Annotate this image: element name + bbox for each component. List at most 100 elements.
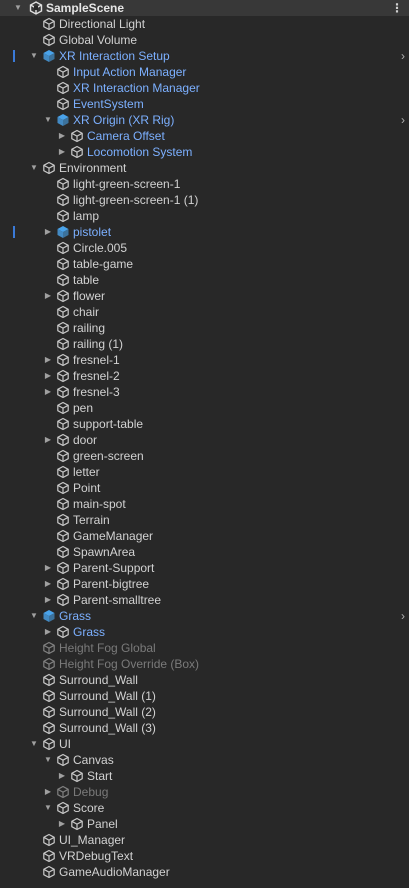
- hierarchy-item-pen[interactable]: pen: [0, 400, 409, 416]
- hierarchy-item-height-fog-global[interactable]: Height Fog Global: [0, 640, 409, 656]
- hierarchy-item-label: Environment: [59, 161, 127, 175]
- open-prefab-chevron-icon[interactable]: ›: [401, 48, 405, 64]
- hierarchy-item-label: Parent-Support: [73, 561, 155, 575]
- hierarchy-item-circle-005[interactable]: Circle.005: [0, 240, 409, 256]
- hierarchy-item-fresnel-2[interactable]: ▶ fresnel-2: [0, 368, 409, 384]
- hierarchy-item-label: XR Interaction Setup: [59, 49, 170, 63]
- hierarchy-item-height-fog-override-box[interactable]: Height Fog Override (Box): [0, 656, 409, 672]
- expand-right-arrow-icon[interactable]: ▶: [57, 144, 67, 160]
- hierarchy-item-green-screen[interactable]: green-screen: [0, 448, 409, 464]
- hierarchy-item-label: chair: [73, 305, 100, 319]
- hierarchy-item-surround-wall-2[interactable]: Surround_Wall (2): [0, 704, 409, 720]
- hierarchy-item-main-spot[interactable]: main-spot: [0, 496, 409, 512]
- hierarchy-item-chair[interactable]: chair: [0, 304, 409, 320]
- expand-right-arrow-icon[interactable]: ▶: [57, 128, 67, 144]
- hierarchy-item-gamemanager[interactable]: GameManager: [0, 528, 409, 544]
- expand-right-arrow-icon[interactable]: ▶: [57, 768, 67, 784]
- open-prefab-chevron-icon[interactable]: ›: [401, 112, 405, 128]
- hierarchy-item-lamp[interactable]: lamp: [0, 208, 409, 224]
- hierarchy-item-vrdebugtext[interactable]: VRDebugText: [0, 848, 409, 864]
- hierarchy-item-locomotion-system[interactable]: ▶ Locomotion System: [0, 144, 409, 160]
- hierarchy-item-table[interactable]: table: [0, 272, 409, 288]
- scene-expand-arrow[interactable]: ▼: [13, 0, 23, 16]
- hierarchy-item-pistolet[interactable]: ▶ pistolet: [0, 224, 409, 240]
- hierarchy-item-gameaudiomanager[interactable]: GameAudioManager: [0, 864, 409, 880]
- hierarchy-item-score[interactable]: ▼ Score: [0, 800, 409, 816]
- expand-down-arrow-icon[interactable]: ▼: [43, 752, 53, 768]
- hierarchy-item-xr-origin-xr-rig[interactable]: ▼ XR Origin (XR Rig) ›: [0, 112, 409, 128]
- expand-right-arrow-icon[interactable]: ▶: [43, 592, 53, 608]
- expand-right-arrow-icon[interactable]: ▶: [43, 352, 53, 368]
- hierarchy-item-global-volume[interactable]: Global Volume: [0, 32, 409, 48]
- hierarchy-item-label: support-table: [73, 417, 144, 431]
- gameobject-icon: [56, 785, 70, 799]
- hierarchy-item-grass[interactable]: ▶ Grass: [0, 624, 409, 640]
- gameobject-icon: [56, 593, 70, 607]
- expand-right-arrow-icon[interactable]: ▶: [57, 816, 67, 832]
- hierarchy-item-start[interactable]: ▶ Start: [0, 768, 409, 784]
- expand-right-arrow-icon[interactable]: ▶: [43, 560, 53, 576]
- hierarchy-item-fresnel-3[interactable]: ▶ fresnel-3: [0, 384, 409, 400]
- hierarchy-item-letter[interactable]: letter: [0, 464, 409, 480]
- hierarchy-item-flower[interactable]: ▶ flower: [0, 288, 409, 304]
- gameobject-icon: [56, 481, 70, 495]
- hierarchy-item-xr-interaction-setup[interactable]: ▼ XR Interaction Setup ›: [0, 48, 409, 64]
- gameobject-icon: [56, 545, 70, 559]
- hierarchy-item-xr-interaction-manager[interactable]: XR Interaction Manager: [0, 80, 409, 96]
- expand-right-arrow-icon[interactable]: ▶: [43, 368, 53, 384]
- expand-down-arrow-icon[interactable]: ▼: [29, 160, 39, 176]
- hierarchy-tree: ▼ SampleScene ⋮ Directional Light Global …: [0, 0, 409, 880]
- hierarchy-item-support-table[interactable]: support-table: [0, 416, 409, 432]
- hierarchy-item-table-game[interactable]: table-game: [0, 256, 409, 272]
- selection-marker: [13, 226, 15, 238]
- hierarchy-item-parent-support[interactable]: ▶ Parent-Support: [0, 560, 409, 576]
- hierarchy-item-light-green-screen-1[interactable]: light-green-screen-1: [0, 176, 409, 192]
- hierarchy-item-ui[interactable]: ▼ UI: [0, 736, 409, 752]
- gameobject-icon: [56, 273, 70, 287]
- hierarchy-item-surround-wall-3[interactable]: Surround_Wall (3): [0, 720, 409, 736]
- scene-header[interactable]: ▼ SampleScene ⋮: [0, 0, 409, 16]
- hierarchy-item-fresnel-1[interactable]: ▶ fresnel-1: [0, 352, 409, 368]
- expand-right-arrow-icon[interactable]: ▶: [43, 624, 53, 640]
- hierarchy-item-point[interactable]: Point: [0, 480, 409, 496]
- hierarchy-item-ui-manager[interactable]: UI_Manager: [0, 832, 409, 848]
- hierarchy-item-railing-1[interactable]: railing (1): [0, 336, 409, 352]
- hierarchy-item-label: Surround_Wall (2): [59, 705, 156, 719]
- hierarchy-item-surround-wall[interactable]: Surround_Wall: [0, 672, 409, 688]
- hierarchy-item-grass[interactable]: ▼ Grass ›: [0, 608, 409, 624]
- hierarchy-item-parent-smalltree[interactable]: ▶ Parent-smalltree: [0, 592, 409, 608]
- hierarchy-item-spawnarea[interactable]: SpawnArea: [0, 544, 409, 560]
- expand-right-arrow-icon[interactable]: ▶: [43, 784, 53, 800]
- hierarchy-item-railing[interactable]: railing: [0, 320, 409, 336]
- hierarchy-item-camera-offset[interactable]: ▶ Camera Offset: [0, 128, 409, 144]
- expand-right-arrow-icon[interactable]: ▶: [43, 288, 53, 304]
- hierarchy-item-panel[interactable]: ▶ Panel: [0, 816, 409, 832]
- expand-down-arrow-icon[interactable]: ▼: [29, 48, 39, 64]
- hierarchy-item-label: SpawnArea: [73, 545, 136, 559]
- hierarchy-item-label: railing (1): [73, 337, 124, 351]
- hierarchy-item-environment[interactable]: ▼ Environment: [0, 160, 409, 176]
- expand-right-arrow-icon[interactable]: ▶: [43, 224, 53, 240]
- more-options-icon[interactable]: ⋮: [391, 0, 403, 16]
- hierarchy-item-parent-bigtree[interactable]: ▶ Parent-bigtree: [0, 576, 409, 592]
- hierarchy-item-debug[interactable]: ▶ Debug: [0, 784, 409, 800]
- hierarchy-item-input-action-manager[interactable]: Input Action Manager: [0, 64, 409, 80]
- expand-down-arrow-icon[interactable]: ▼: [29, 608, 39, 624]
- expand-right-arrow-icon[interactable]: ▶: [43, 384, 53, 400]
- hierarchy-item-canvas[interactable]: ▼ Canvas: [0, 752, 409, 768]
- expand-down-arrow-icon[interactable]: ▼: [43, 800, 53, 816]
- expand-right-arrow-icon[interactable]: ▶: [43, 576, 53, 592]
- hierarchy-item-surround-wall-1[interactable]: Surround_Wall (1): [0, 688, 409, 704]
- hierarchy-item-directional-light[interactable]: Directional Light: [0, 16, 409, 32]
- hierarchy-item-light-green-screen-1-1[interactable]: light-green-screen-1 (1): [0, 192, 409, 208]
- hierarchy-item-door[interactable]: ▶ door: [0, 432, 409, 448]
- hierarchy-item-terrain[interactable]: Terrain: [0, 512, 409, 528]
- expand-right-arrow-icon[interactable]: ▶: [43, 432, 53, 448]
- gameobject-icon: [56, 513, 70, 527]
- hierarchy-item-eventsystem[interactable]: EventSystem: [0, 96, 409, 112]
- expand-down-arrow-icon[interactable]: ▼: [43, 112, 53, 128]
- expand-down-arrow-icon[interactable]: ▼: [29, 736, 39, 752]
- hierarchy-item-label: letter: [73, 465, 100, 479]
- open-prefab-chevron-icon[interactable]: ›: [401, 608, 405, 624]
- gameobject-icon: [56, 305, 70, 319]
